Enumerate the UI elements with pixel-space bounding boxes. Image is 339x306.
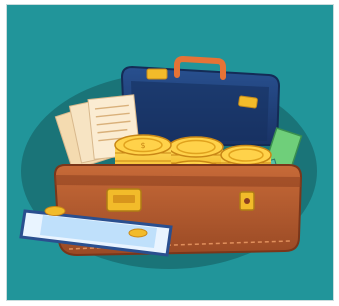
image-frame: $ $ [0, 0, 339, 306]
svg-text:$: $ [140, 141, 145, 150]
briefcase-illustration: $ $ [19, 55, 317, 269]
illustration-panel: $ $ [6, 4, 334, 301]
